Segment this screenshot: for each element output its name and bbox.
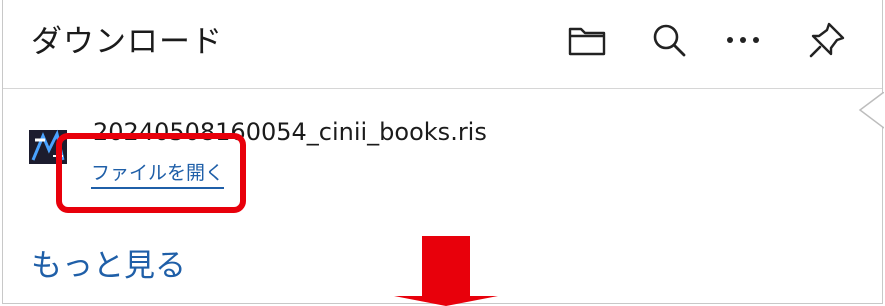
see-more-link[interactable]: もっと見る — [31, 240, 186, 285]
pin-icon[interactable] — [805, 20, 849, 60]
more-options-icon[interactable] — [721, 20, 765, 60]
search-icon[interactable] — [647, 20, 691, 60]
folder-icon[interactable] — [565, 20, 609, 60]
highlight-box — [56, 133, 246, 213]
down-arrow-annotation — [394, 236, 498, 306]
page-title: ダウンロード — [31, 24, 223, 60]
callout-pointer — [858, 92, 884, 129]
downloads-header: ダウンロード — [3, 0, 882, 89]
